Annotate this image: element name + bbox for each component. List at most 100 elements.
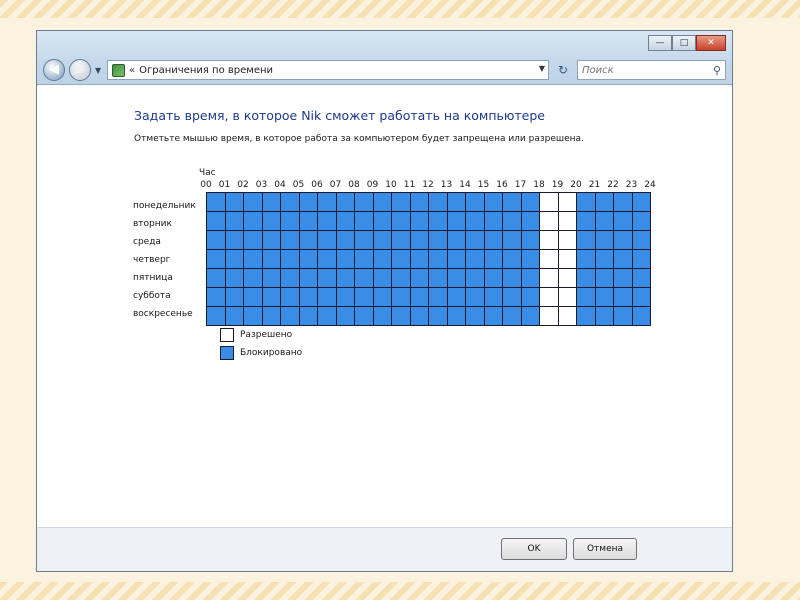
time-cell[interactable]: [207, 250, 225, 268]
time-cell[interactable]: [244, 288, 262, 306]
time-cell[interactable]: [281, 307, 299, 325]
time-cell[interactable]: [281, 231, 299, 249]
time-cell[interactable]: [392, 269, 410, 287]
time-cell[interactable]: [262, 250, 280, 268]
time-cell[interactable]: [262, 212, 280, 230]
time-cell[interactable]: [466, 288, 484, 306]
time-cell[interactable]: [207, 269, 225, 287]
time-cell[interactable]: [207, 231, 225, 249]
time-cell[interactable]: [262, 307, 280, 325]
search-box[interactable]: ⚲: [577, 60, 726, 80]
time-cell[interactable]: [207, 288, 225, 306]
time-cell[interactable]: [225, 250, 243, 268]
time-cell[interactable]: [484, 269, 502, 287]
time-cell[interactable]: [410, 212, 428, 230]
time-cell[interactable]: [484, 231, 502, 249]
time-cell[interactable]: [447, 231, 465, 249]
time-cell[interactable]: [503, 269, 521, 287]
recent-pages-dropdown-icon[interactable]: ▼: [95, 66, 103, 75]
time-cell[interactable]: [632, 193, 650, 211]
time-cell[interactable]: [558, 269, 576, 287]
time-cell[interactable]: [632, 307, 650, 325]
time-cell[interactable]: [225, 269, 243, 287]
time-cell[interactable]: [244, 193, 262, 211]
time-cell[interactable]: [299, 193, 317, 211]
ok-button[interactable]: OK: [501, 538, 567, 560]
time-cell[interactable]: [336, 269, 354, 287]
time-cell[interactable]: [632, 231, 650, 249]
time-cell[interactable]: [595, 231, 613, 249]
time-cell[interactable]: [577, 231, 595, 249]
time-cell[interactable]: [410, 231, 428, 249]
time-cell[interactable]: [336, 193, 354, 211]
time-cell[interactable]: [207, 212, 225, 230]
time-cell[interactable]: [521, 250, 539, 268]
time-cell[interactable]: [281, 193, 299, 211]
time-cell[interactable]: [262, 269, 280, 287]
time-cell[interactable]: [503, 193, 521, 211]
time-cell[interactable]: [503, 212, 521, 230]
time-cell[interactable]: [410, 307, 428, 325]
time-cell[interactable]: [447, 250, 465, 268]
time-cell[interactable]: [355, 250, 373, 268]
time-cell[interactable]: [373, 193, 391, 211]
address-bar[interactable]: « Ограничения по времени ▼: [107, 60, 549, 80]
time-cell[interactable]: [429, 288, 447, 306]
time-cell[interactable]: [318, 212, 336, 230]
time-cell[interactable]: [318, 193, 336, 211]
time-cell[interactable]: [355, 288, 373, 306]
time-cell[interactable]: [373, 250, 391, 268]
forward-button[interactable]: ▶: [69, 59, 91, 81]
time-cell[interactable]: [614, 307, 632, 325]
time-cell[interactable]: [577, 250, 595, 268]
time-cell[interactable]: [632, 269, 650, 287]
time-cell[interactable]: [521, 212, 539, 230]
time-cell[interactable]: [484, 193, 502, 211]
time-cell[interactable]: [484, 212, 502, 230]
time-cell[interactable]: [521, 288, 539, 306]
time-cell[interactable]: [447, 212, 465, 230]
time-cell[interactable]: [225, 231, 243, 249]
close-button[interactable]: ✕: [696, 35, 726, 51]
time-cell[interactable]: [299, 250, 317, 268]
time-cell[interactable]: [373, 269, 391, 287]
breadcrumb-location[interactable]: Ограничения по времени: [139, 65, 273, 76]
time-cell[interactable]: [336, 307, 354, 325]
time-cell[interactable]: [299, 231, 317, 249]
time-cell[interactable]: [244, 212, 262, 230]
time-cell[interactable]: [595, 193, 613, 211]
time-cell[interactable]: [281, 288, 299, 306]
time-cell[interactable]: [281, 250, 299, 268]
time-cell[interactable]: [429, 269, 447, 287]
time-cell[interactable]: [392, 193, 410, 211]
time-cell[interactable]: [373, 212, 391, 230]
time-cell[interactable]: [244, 307, 262, 325]
time-cell[interactable]: [318, 288, 336, 306]
time-cell[interactable]: [503, 250, 521, 268]
time-cell[interactable]: [484, 288, 502, 306]
time-cell[interactable]: [281, 269, 299, 287]
time-cell[interactable]: [244, 269, 262, 287]
time-cell[interactable]: [429, 307, 447, 325]
time-cell[interactable]: [540, 193, 558, 211]
time-cell[interactable]: [355, 269, 373, 287]
search-input[interactable]: [582, 64, 713, 76]
time-cell[interactable]: [540, 231, 558, 249]
time-cell[interactable]: [207, 307, 225, 325]
time-cell[interactable]: [577, 212, 595, 230]
time-cell[interactable]: [540, 307, 558, 325]
time-cell[interactable]: [540, 288, 558, 306]
time-cell[interactable]: [558, 250, 576, 268]
time-cell[interactable]: [447, 193, 465, 211]
time-cell[interactable]: [262, 231, 280, 249]
back-button[interactable]: ◀: [43, 59, 65, 81]
time-cell[interactable]: [318, 231, 336, 249]
search-icon[interactable]: ⚲: [713, 64, 721, 77]
time-cell[interactable]: [577, 307, 595, 325]
minimize-button[interactable]: —: [648, 35, 672, 51]
time-cell[interactable]: [614, 250, 632, 268]
time-cell[interactable]: [447, 269, 465, 287]
time-cell[interactable]: [392, 288, 410, 306]
time-cell[interactable]: [244, 231, 262, 249]
time-cell[interactable]: [595, 288, 613, 306]
